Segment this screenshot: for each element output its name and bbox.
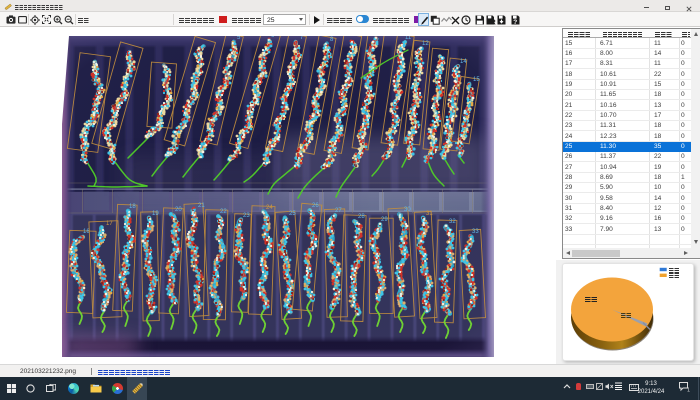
svg-text:31: 31 bbox=[426, 211, 433, 217]
svg-text:1: 1 bbox=[687, 388, 690, 392]
svg-text:17: 17 bbox=[106, 221, 113, 227]
svg-text:29: 29 bbox=[381, 217, 388, 223]
svg-text:12: 12 bbox=[422, 41, 429, 47]
svg-text:30: 30 bbox=[404, 207, 411, 213]
svg-text:?: ? bbox=[513, 19, 517, 25]
svg-text:21: 21 bbox=[198, 203, 205, 209]
svg-text:26: 26 bbox=[312, 203, 319, 209]
svg-text:23: 23 bbox=[243, 213, 250, 219]
svg-text:27: 27 bbox=[335, 208, 342, 214]
svg-text:10: 10 bbox=[376, 36, 383, 37]
svg-text:28: 28 bbox=[358, 214, 365, 220]
svg-text:14: 14 bbox=[460, 59, 467, 65]
svg-text:15: 15 bbox=[473, 77, 480, 83]
svg-text:32: 32 bbox=[449, 219, 456, 225]
svg-text:18: 18 bbox=[129, 204, 136, 210]
svg-text:25: 25 bbox=[289, 211, 296, 217]
svg-text:19: 19 bbox=[152, 211, 159, 217]
svg-text:R: R bbox=[491, 19, 496, 25]
svg-text:11: 11 bbox=[405, 36, 412, 41]
svg-text:33: 33 bbox=[472, 229, 479, 235]
svg-text:22: 22 bbox=[220, 209, 227, 215]
svg-text:20: 20 bbox=[175, 207, 182, 213]
svg-text:24: 24 bbox=[266, 205, 273, 211]
